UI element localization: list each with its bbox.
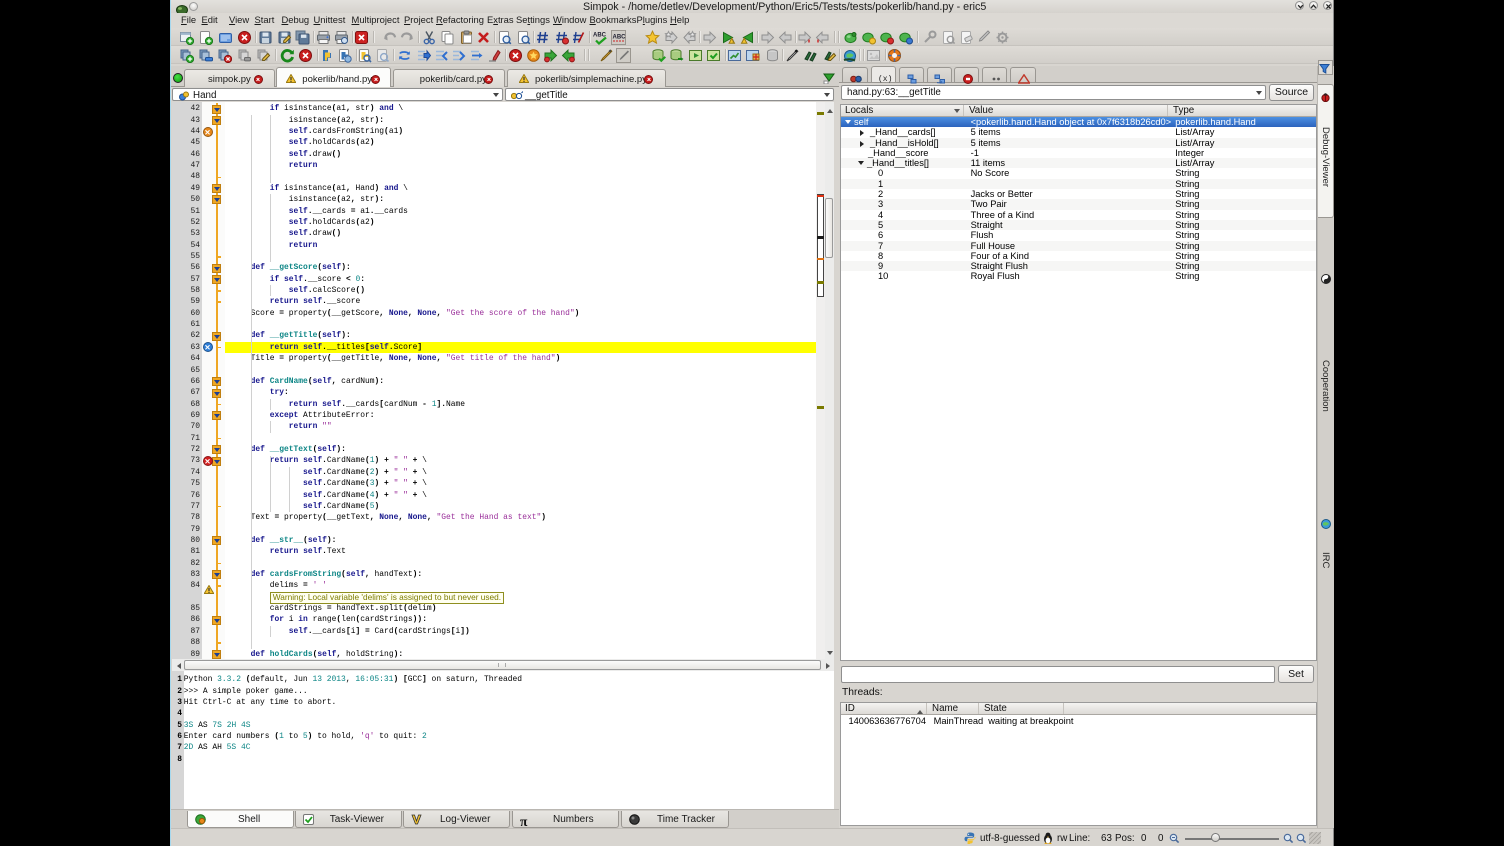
svg-text:!: ! <box>733 38 734 43</box>
svg-text:(x): (x) <box>878 75 892 83</box>
svg-text:ABC: ABC <box>613 34 627 40</box>
